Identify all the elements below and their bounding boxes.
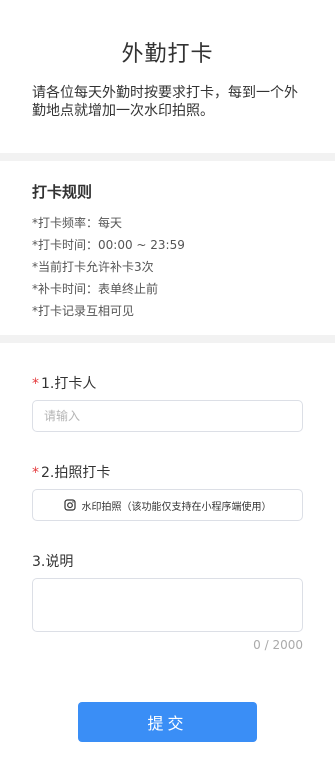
form-section: *1.打卡人 *2.拍照打卡 水印拍照（该功能仅支持在小程序端使用） 3.说明 …: [0, 343, 335, 759]
rules-section: 打卡规则 *打卡频率：每天 *打卡时间：00:00 ~ 23:59 *当前打卡允…: [0, 161, 335, 335]
page-intro: 请各位每天外勤时按要求打卡，每到一个外勤地点就增加一次水印拍照。: [32, 85, 298, 119]
rules-title: 打卡规则: [32, 183, 93, 201]
punch-person-input[interactable]: [32, 400, 303, 432]
rule-item: *打卡时间：00:00 ~ 23:59: [32, 238, 185, 252]
char-counter: 0 / 2000: [253, 638, 303, 652]
camera-icon: [63, 499, 76, 511]
rule-item: *打卡记录互相可见: [32, 304, 135, 318]
rules-list: *打卡频率：每天 *打卡时间：00:00 ~ 23:59 *当前打卡允许补卡3次…: [32, 212, 185, 322]
required-mark: *: [32, 376, 39, 392]
field-label-description: 3.说明: [32, 551, 73, 571]
field-label-punch-person: * 1.打卡人: [32, 373, 96, 393]
section-divider: [0, 153, 335, 161]
description-textarea[interactable]: [32, 578, 303, 632]
watermark-photo-button[interactable]: 水印拍照（该功能仅支持在小程序端使用）: [32, 489, 303, 521]
submit-button[interactable]: 提交: [78, 702, 257, 742]
field-label-text: 1.打卡人: [41, 376, 97, 392]
field-label-photo-punch: * 2.拍照打卡: [32, 462, 110, 482]
rule-item: *当前打卡允许补卡3次: [32, 260, 154, 274]
rule-item: *打卡频率：每天: [32, 216, 123, 230]
watermark-photo-label: 水印拍照（该功能仅支持在小程序端使用）: [81, 501, 272, 513]
page-title: 外勤打卡: [121, 42, 214, 67]
page-header: 外勤打卡 请各位每天外勤时按要求打卡，每到一个外勤地点就增加一次水印拍照。: [0, 0, 335, 153]
field-label-text: 2.拍照打卡: [41, 465, 111, 481]
required-mark: *: [32, 465, 39, 481]
section-divider: [0, 335, 335, 343]
rule-item: *补卡时间：表单终止前: [32, 282, 159, 296]
field-label-text: 3.说明: [32, 554, 74, 570]
